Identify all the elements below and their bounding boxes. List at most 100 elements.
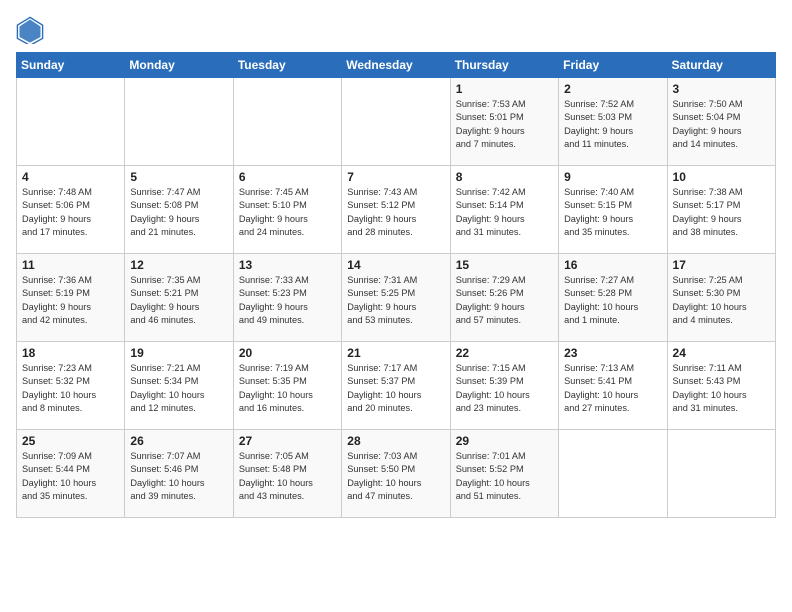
calendar-cell [233, 78, 341, 166]
day-number: 23 [564, 346, 661, 360]
calendar-cell: 15Sunrise: 7:29 AM Sunset: 5:26 PM Dayli… [450, 254, 558, 342]
day-number: 17 [673, 258, 770, 272]
day-info: Sunrise: 7:31 AM Sunset: 5:25 PM Dayligh… [347, 274, 444, 327]
day-number: 21 [347, 346, 444, 360]
calendar-cell: 26 Sunrise: 7:07 AM Sunset: 5:46 PM Dayli… [125, 430, 233, 518]
day-number: 14 [347, 258, 444, 272]
day-info: Sunrise: 7:43 AM Sunset: 5:12 PM Dayligh… [347, 186, 444, 239]
calendar-cell: 18 Sunrise: 7:23 AM Sunset: 5:32 PM Dayli… [17, 342, 125, 430]
day-number: 10 [673, 170, 770, 184]
calendar-cell: 28 Sunrise: 7:03 AM Sunset: 5:50 PM Dayli… [342, 430, 450, 518]
day-info: Sunrise: 7:47 AM Sunset: 5:08 PM Dayligh… [130, 186, 227, 239]
day-number: 20 [239, 346, 336, 360]
calendar-week-row: 25 Sunrise: 7:09 AM Sunset: 5:44 PM Dayli… [17, 430, 776, 518]
day-info: Sunrise: 7:36 AM Sunset: 5:19 PM Dayligh… [22, 274, 119, 327]
calendar-cell: 19 Sunrise: 7:21 AM Sunset: 5:34 PM Dayli… [125, 342, 233, 430]
day-number: 3 [673, 82, 770, 96]
day-number: 7 [347, 170, 444, 184]
calendar-cell: 3 Sunrise: 7:50 AM Sunset: 5:04 PM Daylig… [667, 78, 775, 166]
weekday-header-saturday: Saturday [667, 53, 775, 78]
calendar-cell: 29Sunrise: 7:01 AM Sunset: 5:52 PM Dayli… [450, 430, 558, 518]
logo-icon [16, 16, 44, 44]
calendar-cell: 20 Sunrise: 7:19 AM Sunset: 5:35 PM Dayli… [233, 342, 341, 430]
day-number: 15 [456, 258, 553, 272]
weekday-header-monday: Monday [125, 53, 233, 78]
day-info: Sunrise: 7:21 AM Sunset: 5:34 PM Dayligh… [130, 362, 227, 415]
day-info: Sunrise: 7:53 AM Sunset: 5:01 PM Dayligh… [456, 98, 553, 151]
day-info: Sunrise: 7:35 AM Sunset: 5:21 PM Dayligh… [130, 274, 227, 327]
calendar-cell: 4 Sunrise: 7:48 AM Sunset: 5:06 PM Daylig… [17, 166, 125, 254]
day-info: Sunrise: 7:48 AM Sunset: 5:06 PM Dayligh… [22, 186, 119, 239]
calendar-cell [559, 430, 667, 518]
day-number: 13 [239, 258, 336, 272]
day-info: Sunrise: 7:19 AM Sunset: 5:35 PM Dayligh… [239, 362, 336, 415]
day-info: Sunrise: 7:52 AM Sunset: 5:03 PM Dayligh… [564, 98, 661, 151]
day-number: 1 [456, 82, 553, 96]
day-info: Sunrise: 7:50 AM Sunset: 5:04 PM Dayligh… [673, 98, 770, 151]
logo [16, 16, 48, 44]
calendar-week-row: 18 Sunrise: 7:23 AM Sunset: 5:32 PM Dayli… [17, 342, 776, 430]
day-info: Sunrise: 7:40 AM Sunset: 5:15 PM Dayligh… [564, 186, 661, 239]
calendar-cell: 25 Sunrise: 7:09 AM Sunset: 5:44 PM Dayli… [17, 430, 125, 518]
calendar-cell: 14 Sunrise: 7:31 AM Sunset: 5:25 PM Dayli… [342, 254, 450, 342]
calendar-week-row: 1 Sunrise: 7:53 AM Sunset: 5:01 PM Daylig… [17, 78, 776, 166]
day-info: Sunrise: 7:17 AM Sunset: 5:37 PM Dayligh… [347, 362, 444, 415]
calendar-cell: 17 Sunrise: 7:25 AM Sunset: 5:30 PM Dayli… [667, 254, 775, 342]
day-info: Sunrise: 7:03 AM Sunset: 5:50 PM Dayligh… [347, 450, 444, 503]
day-number: 6 [239, 170, 336, 184]
calendar-cell: 22 Sunrise: 7:15 AM Sunset: 5:39 PM Dayli… [450, 342, 558, 430]
day-number: 24 [673, 346, 770, 360]
calendar-cell: 12 Sunrise: 7:35 AM Sunset: 5:21 PM Dayli… [125, 254, 233, 342]
day-number: 19 [130, 346, 227, 360]
calendar-cell: 8Sunrise: 7:42 AM Sunset: 5:14 PM Daylig… [450, 166, 558, 254]
calendar-cell: 13 Sunrise: 7:33 AM Sunset: 5:23 PM Dayli… [233, 254, 341, 342]
calendar-cell: 2 Sunrise: 7:52 AM Sunset: 5:03 PM Daylig… [559, 78, 667, 166]
day-number: 26 [130, 434, 227, 448]
day-info: Sunrise: 7:45 AM Sunset: 5:10 PM Dayligh… [239, 186, 336, 239]
day-number: 12 [130, 258, 227, 272]
calendar-week-row: 4 Sunrise: 7:48 AM Sunset: 5:06 PM Daylig… [17, 166, 776, 254]
day-number: 25 [22, 434, 119, 448]
calendar-cell: 7 Sunrise: 7:43 AM Sunset: 5:12 PM Daylig… [342, 166, 450, 254]
day-number: 16 [564, 258, 661, 272]
calendar-cell: 1 Sunrise: 7:53 AM Sunset: 5:01 PM Daylig… [450, 78, 558, 166]
calendar-header-row: SundayMondayTuesdayWednesdayThursdayFrid… [17, 53, 776, 78]
calendar-cell: 16 Sunrise: 7:27 AM Sunset: 5:28 PM Dayli… [559, 254, 667, 342]
day-number: 4 [22, 170, 119, 184]
page-header [16, 16, 776, 44]
day-info: Sunrise: 7:05 AM Sunset: 5:48 PM Dayligh… [239, 450, 336, 503]
weekday-header-wednesday: Wednesday [342, 53, 450, 78]
day-info: Sunrise: 7:23 AM Sunset: 5:32 PM Dayligh… [22, 362, 119, 415]
day-info: Sunrise: 7:07 AM Sunset: 5:46 PM Dayligh… [130, 450, 227, 503]
calendar-week-row: 11 Sunrise: 7:36 AM Sunset: 5:19 PM Dayli… [17, 254, 776, 342]
day-number: 22 [456, 346, 553, 360]
day-number: 8 [456, 170, 553, 184]
day-number: 5 [130, 170, 227, 184]
day-number: 29 [456, 434, 553, 448]
day-info: Sunrise: 7:13 AM Sunset: 5:41 PM Dayligh… [564, 362, 661, 415]
day-number: 2 [564, 82, 661, 96]
day-info: Sunrise: 7:33 AM Sunset: 5:23 PM Dayligh… [239, 274, 336, 327]
weekday-header-friday: Friday [559, 53, 667, 78]
day-info: Sunrise: 7:27 AM Sunset: 5:28 PM Dayligh… [564, 274, 661, 327]
day-info: Sunrise: 7:11 AM Sunset: 5:43 PM Dayligh… [673, 362, 770, 415]
weekday-header-tuesday: Tuesday [233, 53, 341, 78]
day-number: 11 [22, 258, 119, 272]
day-number: 18 [22, 346, 119, 360]
calendar-cell: 21 Sunrise: 7:17 AM Sunset: 5:37 PM Dayli… [342, 342, 450, 430]
calendar-cell: 27Sunrise: 7:05 AM Sunset: 5:48 PM Dayli… [233, 430, 341, 518]
calendar-cell [342, 78, 450, 166]
calendar-cell: 6 Sunrise: 7:45 AM Sunset: 5:10 PM Daylig… [233, 166, 341, 254]
calendar-cell: 5 Sunrise: 7:47 AM Sunset: 5:08 PM Daylig… [125, 166, 233, 254]
day-info: Sunrise: 7:38 AM Sunset: 5:17 PM Dayligh… [673, 186, 770, 239]
day-number: 9 [564, 170, 661, 184]
day-info: Sunrise: 7:25 AM Sunset: 5:30 PM Dayligh… [673, 274, 770, 327]
day-info: Sunrise: 7:09 AM Sunset: 5:44 PM Dayligh… [22, 450, 119, 503]
calendar-cell: 10 Sunrise: 7:38 AM Sunset: 5:17 PM Dayli… [667, 166, 775, 254]
day-info: Sunrise: 7:15 AM Sunset: 5:39 PM Dayligh… [456, 362, 553, 415]
weekday-header-thursday: Thursday [450, 53, 558, 78]
calendar-cell [667, 430, 775, 518]
calendar-cell [125, 78, 233, 166]
day-number: 28 [347, 434, 444, 448]
calendar-cell: 23 Sunrise: 7:13 AM Sunset: 5:41 PM Dayli… [559, 342, 667, 430]
